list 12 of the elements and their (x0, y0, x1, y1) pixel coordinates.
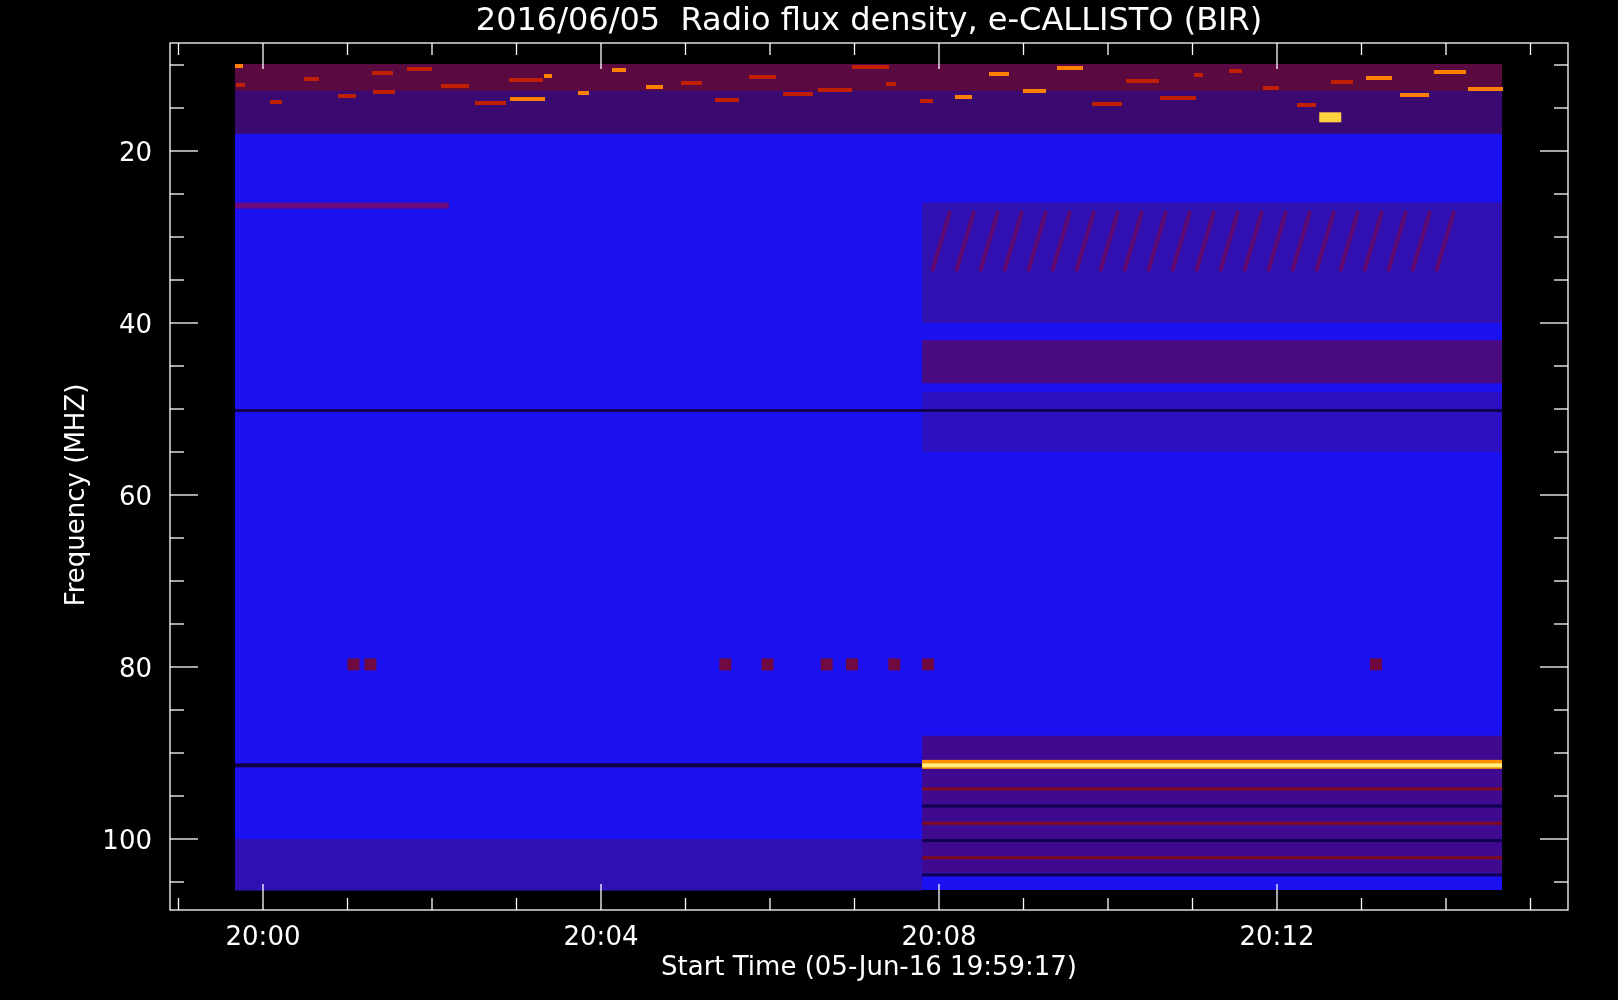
tick-label: 20:04 (563, 921, 639, 951)
tick-label: 20 (118, 137, 152, 167)
tick-label: 20:12 (1239, 921, 1315, 951)
axis-label: Start Time (05-Jun-16 19:59:17) (661, 951, 1077, 981)
tick-label: 80 (118, 653, 152, 683)
plot-title: 2016/06/05 Radio flux density, e-CALLISTO (BIR) (475, 0, 1263, 38)
tick-label: 60 (118, 481, 152, 511)
tick-label: 100 (102, 825, 152, 855)
tick-label: 20:08 (901, 921, 977, 951)
tick-label: 40 (118, 309, 152, 339)
axis-label: Frequency (MHZ) (60, 383, 90, 607)
tick-label: 20:00 (225, 921, 301, 951)
